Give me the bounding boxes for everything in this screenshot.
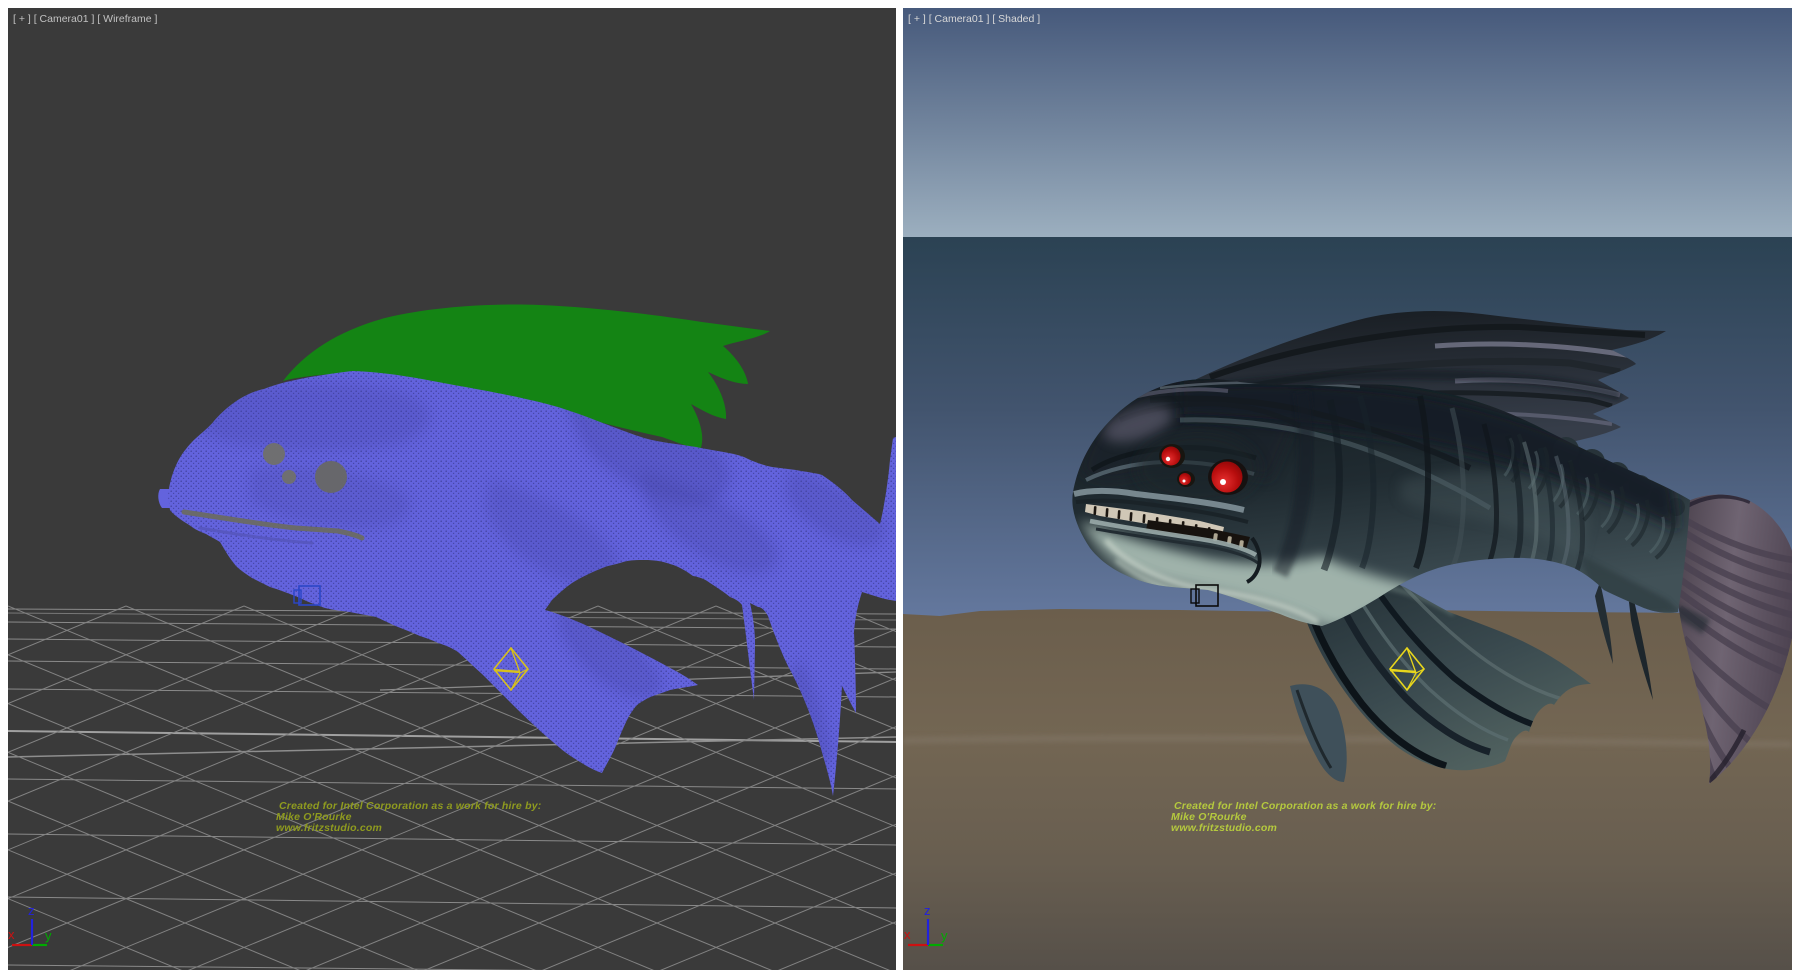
svg-text:y: y	[941, 928, 948, 943]
svg-text:x: x	[8, 927, 15, 942]
svg-text:z: z	[28, 903, 35, 918]
svg-text:x: x	[904, 927, 911, 942]
svg-text:www.fritzstudio.com: www.fritzstudio.com	[276, 822, 382, 834]
svg-text:z: z	[924, 903, 931, 918]
svg-text:[ + ] [ Camera01 ] [ Shaded ]: [ + ] [ Camera01 ] [ Shaded ]	[908, 13, 1040, 25]
svg-text:[ + ] [ Camera01 ] [ Wireframe: [ + ] [ Camera01 ] [ Wireframe ]	[13, 13, 157, 25]
svg-text:www.fritzstudio.com: www.fritzstudio.com	[1171, 822, 1277, 834]
svg-text:y: y	[45, 928, 52, 943]
